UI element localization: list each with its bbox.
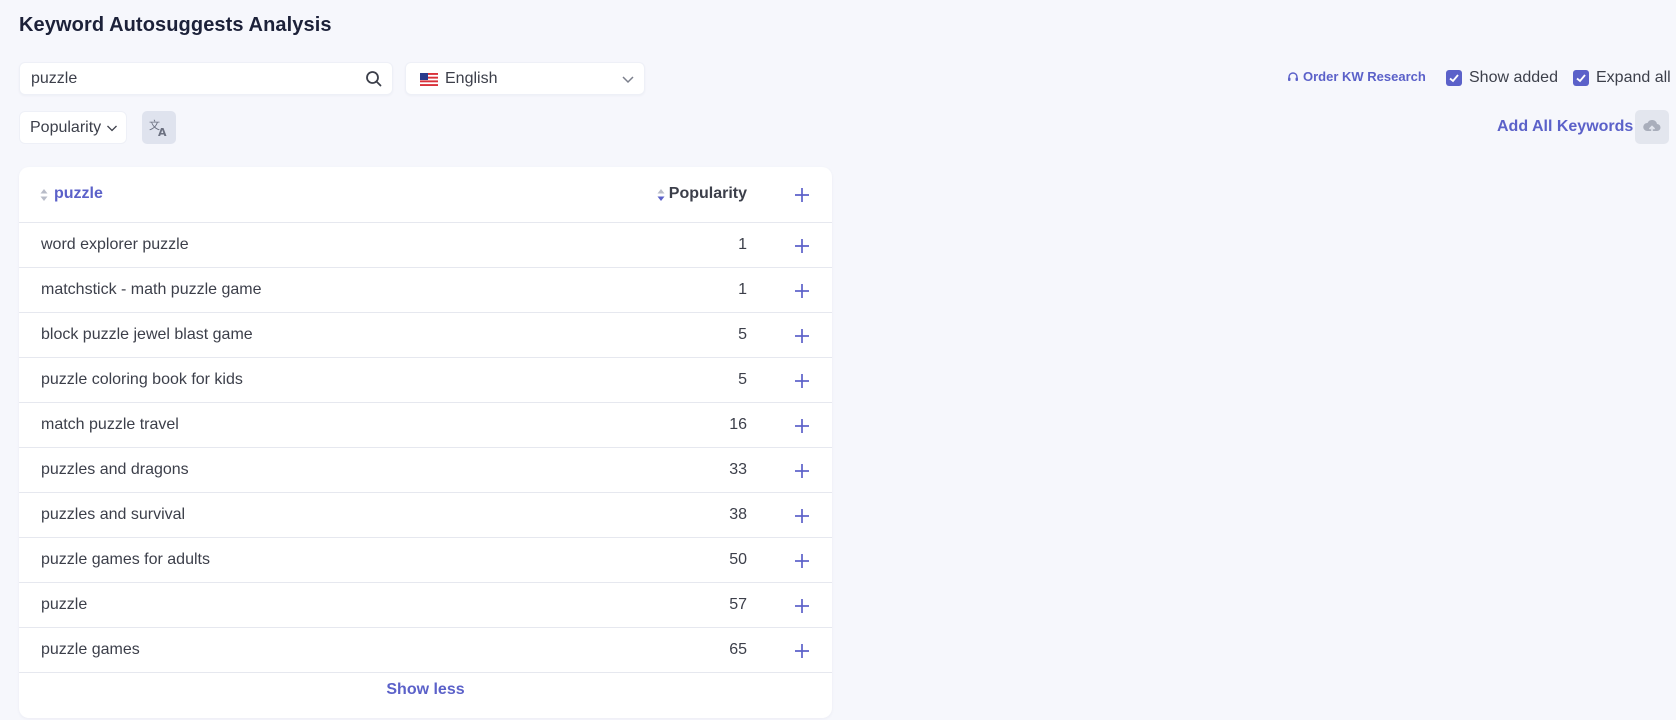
table-body: word explorer puzzle 1 matchstick - math…	[19, 223, 832, 673]
show-added-toggle[interactable]: Show added	[1446, 69, 1558, 87]
show-less-button[interactable]: Show less	[19, 681, 832, 699]
sort-arrows-icon[interactable]	[40, 187, 48, 203]
order-kw-research-label: Order KW Research	[1303, 69, 1426, 84]
translate-icon: 文 A	[149, 118, 167, 138]
language-label: English	[445, 70, 498, 87]
check-icon	[1576, 74, 1586, 83]
keyword-popularity: 65	[729, 641, 747, 658]
search-input[interactable]	[31, 63, 361, 94]
keyword-text: block puzzle jewel blast game	[41, 326, 253, 343]
keyword-popularity: 5	[738, 326, 747, 343]
sort-arrows-icon[interactable]	[657, 187, 665, 203]
add-icon[interactable]	[794, 187, 810, 203]
table-row: block puzzle jewel blast game 5	[19, 313, 832, 358]
table-row: puzzle games for adults 50	[19, 538, 832, 583]
table-row: puzzles and dragons 33	[19, 448, 832, 493]
keyword-table: puzzle Popularity word explorer puzzle 1…	[19, 167, 832, 718]
cloud-upload-icon	[1643, 119, 1661, 134]
add-keyword-icon[interactable]	[794, 373, 810, 389]
table-row: match puzzle travel 16	[19, 403, 832, 448]
keyword-popularity: 16	[729, 416, 747, 433]
keyword-text: puzzle games for adults	[41, 551, 210, 568]
keyword-popularity: 50	[729, 551, 747, 568]
chevron-down-icon	[107, 125, 117, 132]
table-row: puzzles and survival 38	[19, 493, 832, 538]
add-keyword-icon[interactable]	[794, 418, 810, 434]
add-keyword-icon[interactable]	[794, 283, 810, 299]
add-keyword-icon[interactable]	[794, 643, 810, 659]
chevron-down-icon	[622, 76, 634, 84]
check-icon	[1449, 74, 1459, 83]
add-keyword-icon[interactable]	[794, 463, 810, 479]
add-all-keywords-link[interactable]: Add All Keywords	[1497, 118, 1633, 136]
add-keyword-icon[interactable]	[794, 328, 810, 344]
keyword-popularity: 1	[738, 281, 747, 298]
svg-text:A: A	[158, 126, 167, 138]
show-added-checkbox[interactable]	[1446, 70, 1462, 86]
keyword-text: puzzle	[41, 596, 88, 613]
table-row: word explorer puzzle 1	[19, 223, 832, 268]
keyword-text: puzzles and survival	[41, 506, 186, 523]
add-keyword-icon[interactable]	[794, 238, 810, 254]
keyword-popularity: 33	[729, 461, 747, 478]
upload-button[interactable]	[1635, 110, 1669, 144]
order-kw-research-link[interactable]: Order KW Research	[1287, 69, 1426, 84]
column-header-popularity[interactable]: Popularity	[669, 185, 747, 203]
keyword-text: match puzzle travel	[41, 416, 179, 433]
table-header: puzzle Popularity	[19, 167, 832, 223]
keyword-text: word explorer puzzle	[41, 236, 189, 253]
translate-button[interactable]: 文 A	[142, 111, 176, 144]
table-row: puzzle 57	[19, 583, 832, 628]
keyword-popularity: 1	[738, 236, 747, 253]
table-row: puzzle games 65	[19, 628, 832, 673]
language-select[interactable]: English	[405, 62, 645, 95]
sort-select[interactable]: Popularity	[19, 111, 127, 144]
show-added-label: Show added	[1469, 69, 1558, 86]
keyword-popularity: 57	[729, 596, 747, 613]
sort-select-label: Popularity	[30, 118, 102, 136]
search-field[interactable]	[19, 62, 393, 95]
expand-all-checkbox[interactable]	[1573, 70, 1589, 86]
keyword-text: puzzle coloring book for kids	[41, 371, 243, 388]
keyword-text: matchstick - math puzzle game	[41, 281, 262, 298]
table-row: puzzle coloring book for kids 5	[19, 358, 832, 403]
keyword-text: puzzles and dragons	[41, 461, 189, 478]
page-title: Keyword Autosuggests Analysis	[19, 14, 332, 36]
us-flag-icon	[420, 73, 438, 86]
search-icon[interactable]	[365, 70, 383, 88]
keyword-popularity: 5	[738, 371, 747, 388]
add-keyword-icon[interactable]	[794, 553, 810, 569]
column-header-keyword[interactable]: puzzle	[54, 185, 103, 203]
add-keyword-icon[interactable]	[794, 508, 810, 524]
keyword-popularity: 38	[729, 506, 747, 523]
keyword-text: puzzle games	[41, 641, 140, 658]
table-row: matchstick - math puzzle game 1	[19, 268, 832, 313]
expand-all-label: Expand all	[1596, 69, 1671, 86]
add-keyword-icon[interactable]	[794, 598, 810, 614]
expand-all-toggle[interactable]: Expand all	[1573, 69, 1671, 87]
headset-icon	[1288, 71, 1298, 81]
